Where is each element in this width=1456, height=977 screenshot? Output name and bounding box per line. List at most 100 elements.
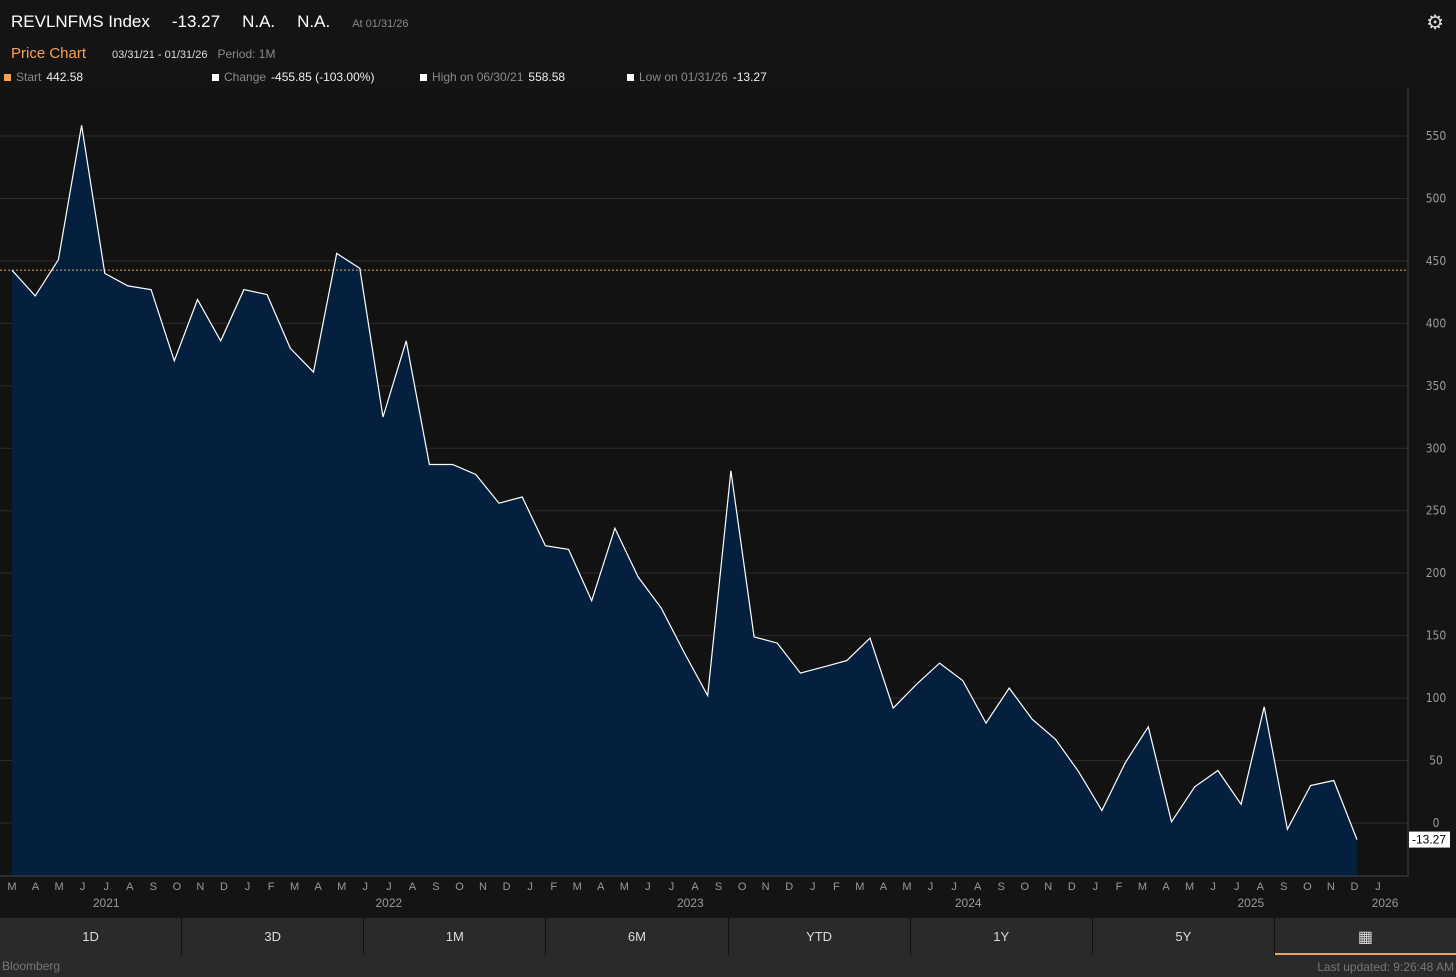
- footer: Bloomberg Last updated: 9:26:48 AM: [0, 955, 1456, 977]
- tab-1y[interactable]: 1Y: [911, 918, 1093, 955]
- x-month-label: M: [1138, 881, 1147, 893]
- orange-square-icon: [4, 73, 11, 81]
- last-updated: Last updated: 9:26:48 AM: [1317, 960, 1454, 974]
- legend-label: Change: [224, 70, 267, 84]
- x-year-label: 2025: [1237, 896, 1264, 910]
- x-month-label: M: [7, 881, 16, 893]
- legend-low: Low on 01/31/26 -13.27: [627, 70, 767, 84]
- white-square-icon: [420, 73, 427, 81]
- x-month-label: J: [669, 881, 675, 893]
- y-tick-label: 400: [1426, 316, 1447, 330]
- x-month-label: J: [103, 881, 109, 893]
- x-month-label: D: [1350, 881, 1358, 893]
- x-month-label: D: [785, 881, 793, 893]
- x-month-label: M: [855, 881, 864, 893]
- x-month-label: J: [363, 881, 369, 893]
- legend-value: -13.27: [732, 70, 767, 84]
- x-year-label: 2024: [955, 896, 982, 910]
- y-tick-label: 50: [1429, 754, 1443, 768]
- x-month-label: J: [810, 881, 816, 893]
- x-month-label: M: [337, 881, 346, 893]
- y-tick-label: 150: [1426, 629, 1447, 643]
- x-year-label: 2026: [1372, 896, 1399, 910]
- x-month-label: N: [196, 881, 204, 893]
- x-month-label: N: [479, 881, 487, 893]
- x-month-label: M: [902, 881, 911, 893]
- legend-value: 558.58: [528, 70, 566, 84]
- x-month-label: J: [80, 881, 86, 893]
- tab-5y[interactable]: 5Y: [1093, 918, 1275, 955]
- period-tabs: 1D 3D 1M 6M YTD 1Y 5Y ▦: [0, 918, 1456, 955]
- x-month-label: J: [1234, 881, 1240, 893]
- x-month-label: F: [268, 881, 275, 893]
- x-month-label: A: [1162, 881, 1170, 893]
- x-month-label: J: [386, 881, 392, 893]
- x-month-label: O: [1303, 881, 1312, 893]
- chart-title: Price Chart: [11, 45, 87, 62]
- x-month-label: S: [715, 881, 722, 893]
- x-month-label: J: [928, 881, 934, 893]
- x-month-label: O: [455, 881, 464, 893]
- y-tick-label: 350: [1426, 379, 1447, 393]
- y-tick-label: 200: [1426, 566, 1447, 580]
- x-year-label: 2021: [93, 896, 120, 910]
- legend-change: Change -455.85 (-103.00%): [212, 70, 374, 84]
- legend-start: Start 442.58: [4, 70, 83, 84]
- tab-1m[interactable]: 1M: [364, 918, 547, 955]
- y-tick-label: 0: [1433, 816, 1440, 830]
- legend-label: High on 06/30/21: [432, 70, 524, 84]
- x-month-label: F: [1116, 881, 1123, 893]
- y-tick-label: 250: [1426, 504, 1447, 518]
- legend-label: Low on 01/31/26: [639, 70, 728, 84]
- x-month-label: M: [620, 881, 629, 893]
- legend: Start 442.58 Change -455.85 (-103.00%) Hig…: [0, 70, 900, 86]
- x-month-label: D: [220, 881, 228, 893]
- tab-3d[interactable]: 3D: [182, 918, 365, 955]
- x-month-label: J: [645, 881, 651, 893]
- white-square-icon: [627, 73, 634, 81]
- tab-6m[interactable]: 6M: [546, 918, 729, 955]
- price-chart[interactable]: 0 50 100 150 200 250 300 350 400 450 500 550 -13.27 M…: [0, 88, 1456, 918]
- x-month-label: J: [1210, 881, 1216, 893]
- x-month-label: A: [1257, 881, 1265, 893]
- x-month-label: S: [1280, 881, 1287, 893]
- calendar-icon: ▦: [1357, 928, 1373, 946]
- tab-calendar[interactable]: ▦: [1274, 918, 1456, 955]
- x-month-label: A: [691, 881, 699, 893]
- x-month-label: N: [1327, 881, 1335, 893]
- legend-label: Start: [16, 70, 42, 84]
- settings-gear-icon[interactable]: ⚙: [1426, 10, 1444, 35]
- x-month-label: J: [951, 881, 957, 893]
- x-month-label: M: [55, 881, 64, 893]
- y-tick-label: 300: [1426, 441, 1447, 455]
- x-month-label: S: [150, 881, 157, 893]
- x-month-label: A: [409, 881, 417, 893]
- x-month-label: F: [550, 881, 557, 893]
- y-tick-label: 450: [1426, 254, 1447, 268]
- as-of-date: At 01/31/26: [352, 18, 409, 30]
- x-year-label: 2022: [375, 896, 402, 910]
- ticker: REVLNFMS Index: [11, 12, 150, 31]
- x-month-label: A: [126, 881, 134, 893]
- legend-value: -455.85 (-103.00%): [271, 70, 375, 84]
- subheader: Price Chart 03/31/21 - 01/31/26 Period: …: [11, 45, 275, 62]
- tab-1d[interactable]: 1D: [0, 918, 183, 955]
- last-price: -13.27: [171, 12, 221, 31]
- x-month-label: J: [245, 881, 251, 893]
- legend-high: High on 06/30/21 558.58: [420, 70, 565, 84]
- x-month-label: M: [573, 881, 582, 893]
- tab-ytd[interactable]: YTD: [729, 918, 911, 955]
- x-month-label: J: [1375, 881, 1381, 893]
- brand: Bloomberg: [2, 959, 61, 973]
- field-2: N.A.: [242, 12, 276, 31]
- x-month-label: A: [315, 881, 323, 893]
- x-month-label: J: [1093, 881, 1099, 893]
- x-month-label: O: [1020, 881, 1029, 893]
- last-value-label: -13.27: [1412, 833, 1446, 847]
- x-month-label: M: [290, 881, 299, 893]
- x-month-label: O: [173, 881, 182, 893]
- x-month-label: S: [998, 881, 1005, 893]
- y-tick-label: 500: [1426, 191, 1447, 205]
- x-month-label: J: [527, 881, 533, 893]
- x-month-label: A: [597, 881, 605, 893]
